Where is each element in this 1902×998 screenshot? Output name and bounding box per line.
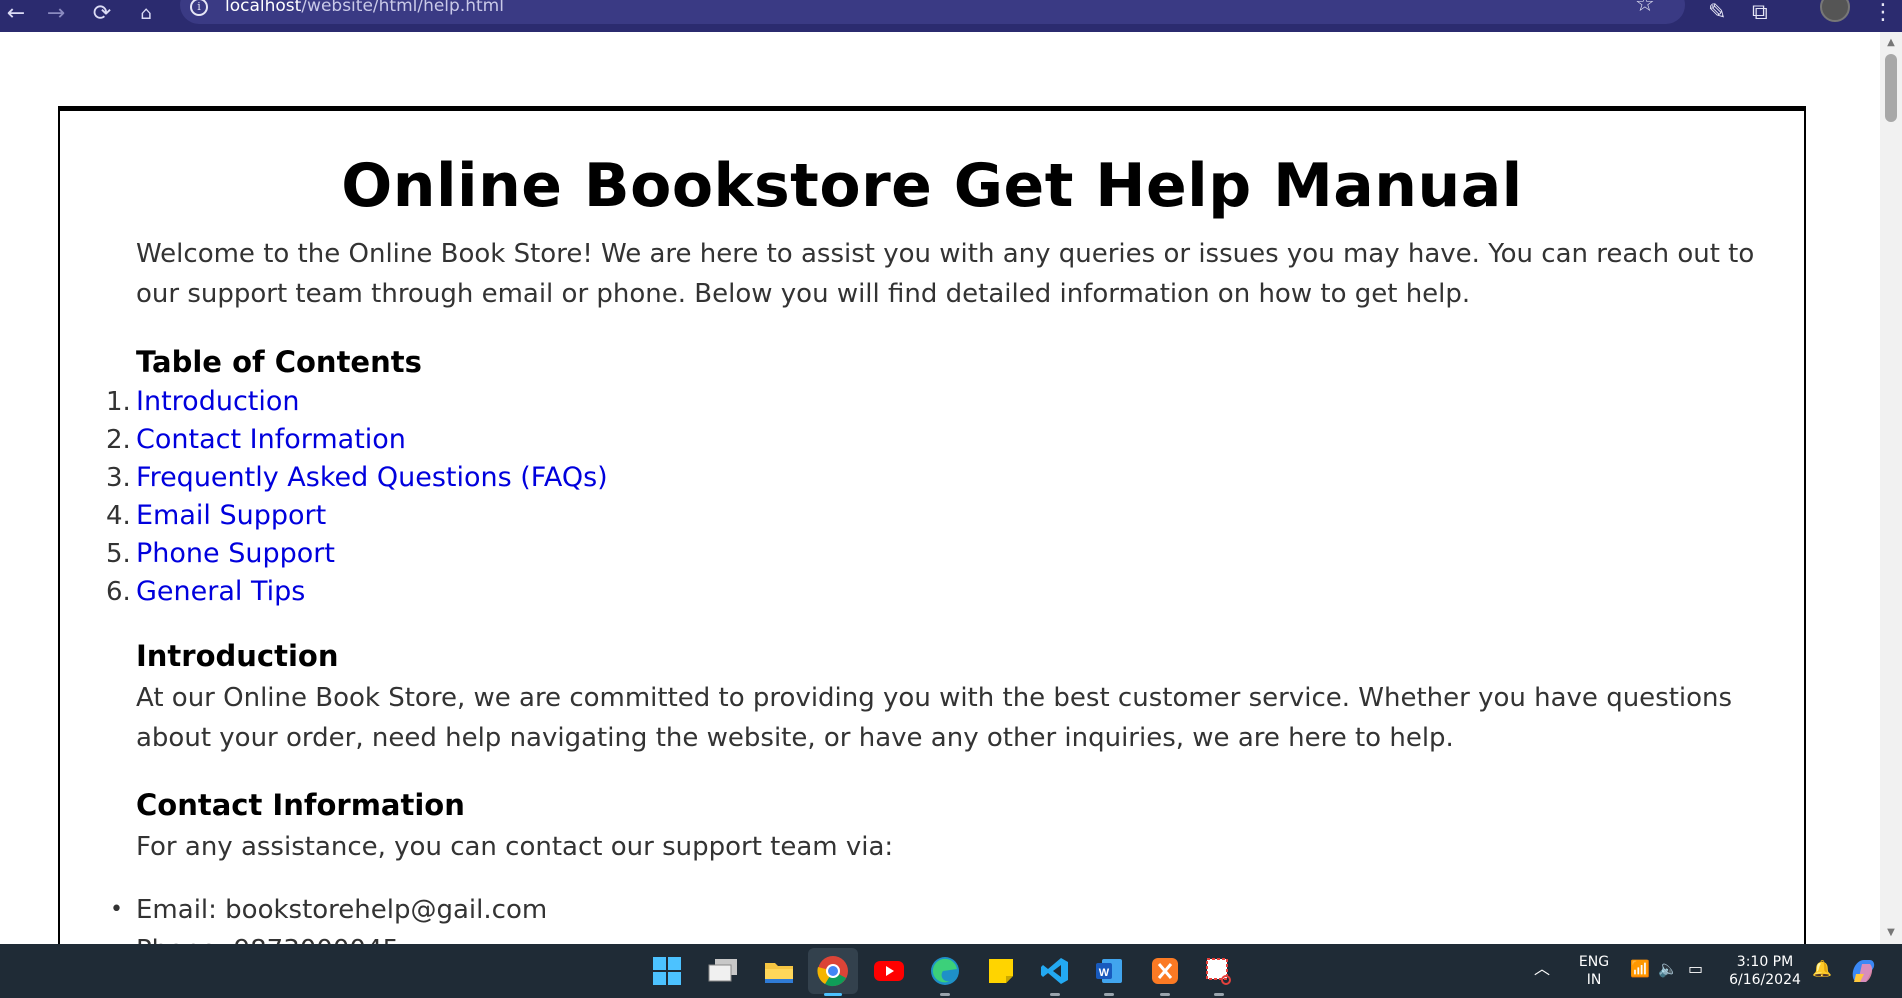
browser-toolbar: ← → ⟳ ⌂ i localhost/website/html/help.ht… <box>0 0 1902 32</box>
toc-link-contact-information[interactable]: Contact Information <box>136 424 406 455</box>
toc-number: 5. <box>106 539 131 569</box>
running-indicator <box>1050 993 1060 996</box>
pen-icon[interactable]: ✎ <box>1708 0 1726 25</box>
language-code: ENG <box>1578 954 1610 970</box>
toc-item: 3. Frequently Asked Questions (FAQs) <box>106 459 608 497</box>
forward-icon[interactable]: → <box>40 0 72 28</box>
xampp-icon[interactable] <box>1146 952 1184 996</box>
copilot-icon[interactable] <box>1844 952 1882 990</box>
running-indicator <box>1214 993 1224 996</box>
toc-number: 2. <box>106 425 131 455</box>
language-indicator[interactable]: ENG IN <box>1576 953 1612 989</box>
back-icon[interactable]: ← <box>0 0 32 28</box>
table-of-contents: 1. Introduction 2. Contact Information 3. F… <box>106 383 608 611</box>
url-text[interactable]: localhost/website/html/help.html <box>225 0 504 16</box>
toc-number: 4. <box>106 501 131 531</box>
toc-number: 3. <box>106 463 131 493</box>
toc-item: 1. Introduction <box>106 383 608 421</box>
wifi-icon[interactable]: 📶 <box>1630 960 1650 978</box>
scroll-down-arrow-icon[interactable]: ▼ <box>1880 924 1902 942</box>
file-explorer-icon[interactable] <box>760 952 798 990</box>
svg-text:W: W <box>1099 967 1110 979</box>
contact-heading: Contact Information <box>136 788 465 822</box>
toc-number: 6. <box>106 577 131 607</box>
toc-link-faqs[interactable]: Frequently Asked Questions (FAQs) <box>136 462 608 493</box>
battery-icon[interactable]: ▭ <box>1688 960 1703 978</box>
contact-email-text: Email: bookstorehelp@gail.com <box>136 895 548 925</box>
toc-item: 5. Phone Support <box>106 535 608 573</box>
contact-text: For any assistance, you can contact our … <box>136 832 894 862</box>
windows-start-icon[interactable] <box>648 952 686 990</box>
toc-link-email-support[interactable]: Email Support <box>136 500 326 531</box>
toc-link-introduction[interactable]: Introduction <box>136 386 300 417</box>
edge-icon[interactable] <box>926 952 964 996</box>
toc-item: 2. Contact Information <box>106 421 608 459</box>
running-indicator <box>940 993 950 996</box>
page-title: Online Bookstore Get Help Manual <box>341 151 1523 221</box>
menu-dots-icon[interactable]: ⋮ <box>1872 0 1894 25</box>
vertical-scrollbar[interactable]: ▲ ▼ <box>1880 32 1902 944</box>
scroll-up-arrow-icon[interactable]: ▲ <box>1880 34 1902 52</box>
tray-overflow-chevron-icon[interactable]: ︿ <box>1534 960 1550 978</box>
active-indicator <box>824 993 842 996</box>
url-host: localhost <box>225 0 302 16</box>
toc-heading: Table of Contents <box>136 345 422 379</box>
home-icon[interactable]: ⌂ <box>130 0 162 28</box>
clock-date: 6/16/2024 <box>1729 972 1801 988</box>
running-indicator <box>1160 993 1170 996</box>
notification-bell-icon[interactable]: 🔔 <box>1812 960 1832 978</box>
toc-item: 4. Email Support <box>106 497 608 535</box>
bookmark-star-icon[interactable]: ☆ <box>1635 0 1655 17</box>
scroll-thumb[interactable] <box>1885 54 1897 122</box>
bullet-icon: • <box>110 897 123 922</box>
profile-avatar[interactable] <box>1820 0 1850 22</box>
toc-link-general-tips[interactable]: General Tips <box>136 576 305 607</box>
introduction-heading: Introduction <box>136 639 339 673</box>
word-icon[interactable]: W <box>1090 952 1128 996</box>
snipping-tool-icon[interactable] <box>1200 952 1238 996</box>
toc-number: 1. <box>106 387 131 417</box>
help-page-container: Online Bookstore Get Help Manual Welcome… <box>58 106 1806 966</box>
reload-icon[interactable]: ⟳ <box>86 0 118 28</box>
contact-email-item: • Email: bookstorehelp@gail.com <box>110 890 548 930</box>
windows-taskbar: W ︿ ENG IN 📶 🔈 ▭ 3:10 PM 6/16/2024 🔔 <box>0 944 1902 998</box>
youtube-icon[interactable] <box>870 952 908 990</box>
clock-time: 3:10 PM <box>1736 954 1794 970</box>
task-view-icon[interactable] <box>704 952 742 990</box>
extensions-icon[interactable]: ⧉ <box>1752 0 1768 25</box>
toc-item: 6. General Tips <box>106 573 608 611</box>
address-bar[interactable]: i localhost/website/html/help.html ☆ <box>180 0 1685 24</box>
introduction-text: At our Online Book Store, we are committ… <box>136 683 1733 753</box>
welcome-paragraph: Welcome to the Online Book Store! We are… <box>136 239 1755 309</box>
site-info-icon[interactable]: i <box>190 0 208 16</box>
url-path: /website/html/help.html <box>301 0 504 16</box>
clock[interactable]: 3:10 PM 6/16/2024 <box>1724 953 1806 989</box>
chrome-icon[interactable] <box>814 952 852 996</box>
volume-icon[interactable]: 🔈 <box>1658 960 1678 978</box>
toc-link-phone-support[interactable]: Phone Support <box>136 538 335 569</box>
vscode-icon[interactable] <box>1036 952 1074 996</box>
sticky-notes-icon[interactable] <box>982 952 1020 990</box>
running-indicator <box>1104 993 1114 996</box>
region-code: IN <box>1586 972 1602 988</box>
